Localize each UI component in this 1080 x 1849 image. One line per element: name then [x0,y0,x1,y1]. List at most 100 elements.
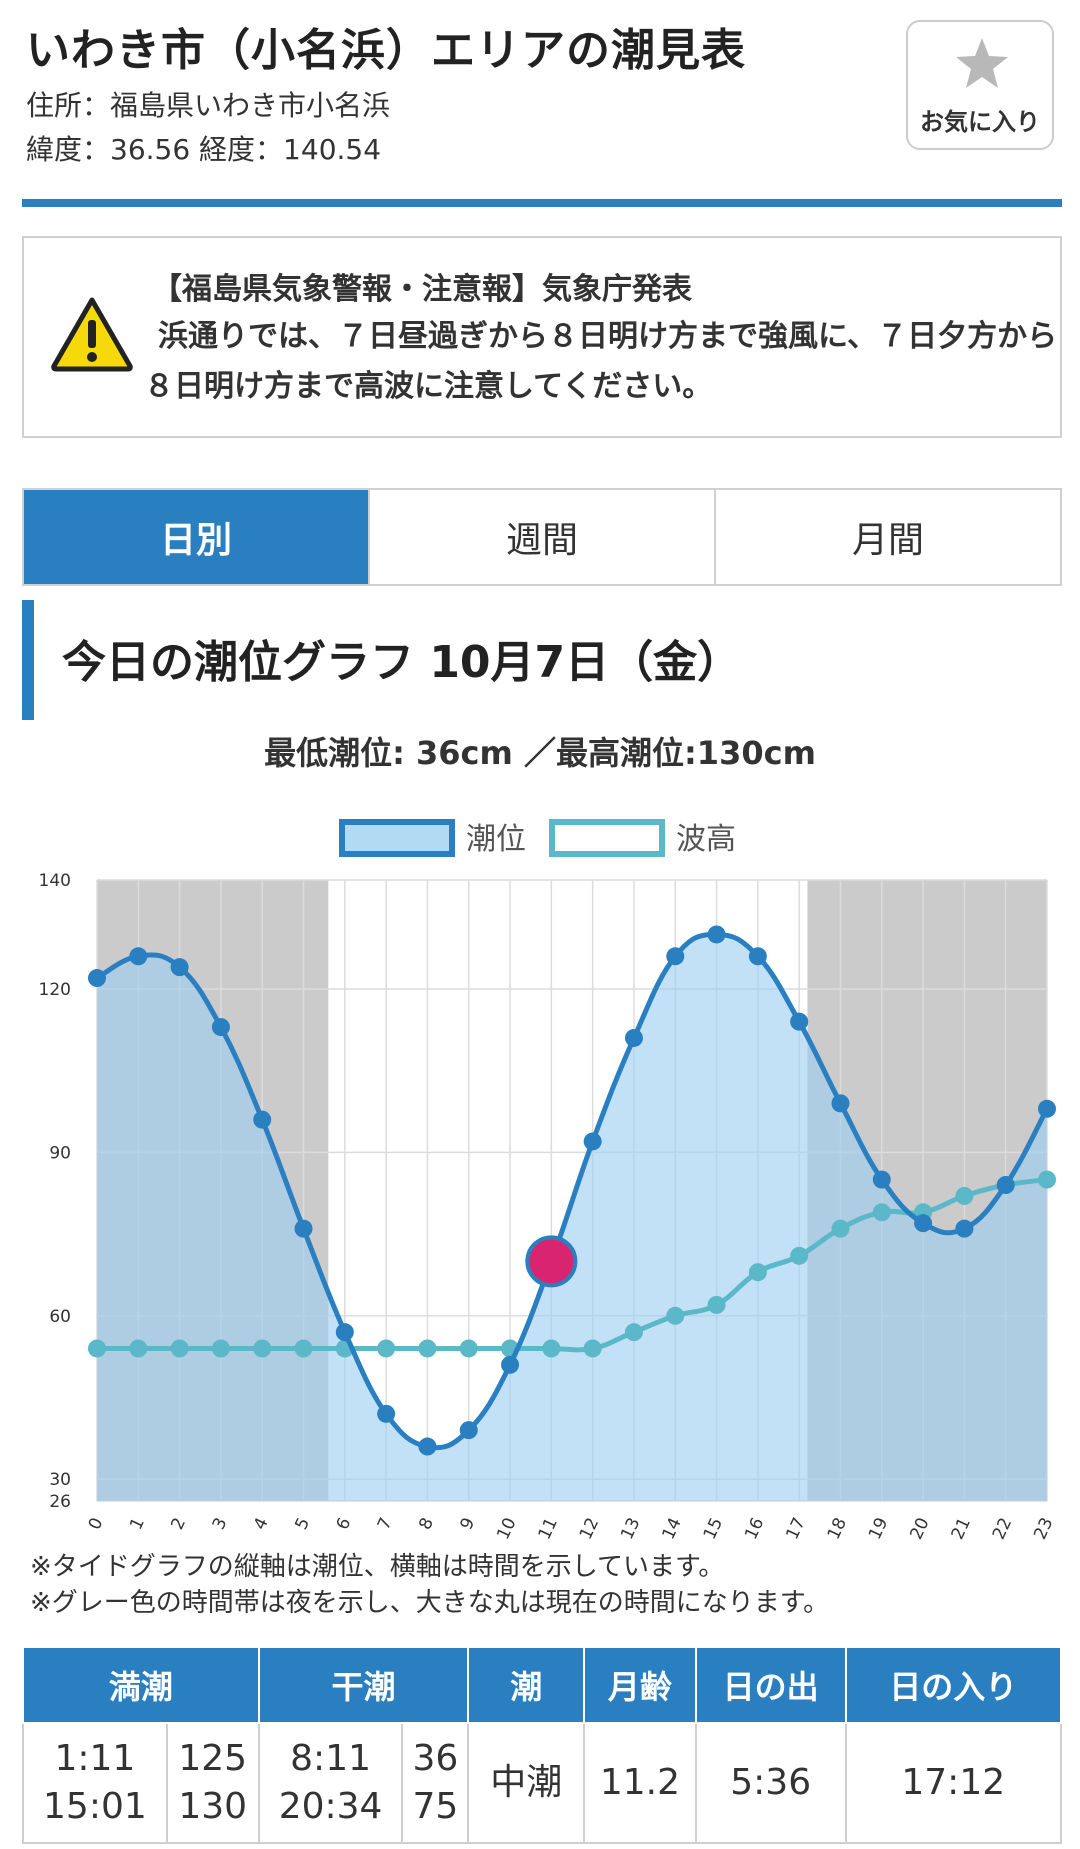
tide-level-point [129,947,148,966]
x-tick-label: 3 [209,1515,232,1533]
chart-note-1: ※タイドグラフの縦軸は潮位、横軸は時間を示しています。 [30,1552,725,1582]
low-tide-level-1: 36 [412,1738,459,1779]
wave-height-point [129,1339,148,1358]
wave-height-point [1038,1170,1056,1189]
x-tick-label: 6 [333,1515,356,1533]
sunrise-cell: 5:36 [694,1722,847,1844]
section-accent-bar [22,600,34,720]
page-title: いわき市（小名浜）エリアの潮見表 [26,25,746,76]
low-tide-level-2: 75 [412,1786,459,1827]
wave-height-point [170,1339,189,1358]
wave-height-point [790,1246,809,1265]
wave-height-point [418,1339,437,1358]
tide-level-point [211,1018,230,1037]
header-tide-type: 潮 [467,1646,585,1724]
wave-height-point [955,1186,974,1205]
tide-level-point [501,1355,520,1374]
legend-swatch-wave [549,819,665,857]
chart-note-2: ※グレー色の時間帯は夜を示し、大きな丸は現在の時間になります。 [30,1588,830,1618]
tide-level-point [790,1012,809,1031]
wave-height-point [872,1203,891,1222]
high-tide-level-1: 125 [178,1738,248,1779]
legend-label-wave: 波高 [676,822,736,857]
high-tide-time-2: 15:01 [43,1786,147,1827]
wave-height-point [294,1339,313,1358]
moon-age-cell: 11.2 [583,1722,697,1844]
tide-level-point [914,1214,933,1233]
tide-type-cell: 中潮 [467,1722,585,1844]
header-high-tide: 満潮 [22,1646,260,1724]
tab-daily[interactable]: 日別 [24,490,370,584]
tab-weekly[interactable]: 週間 [370,490,716,584]
warning-icon [51,297,133,372]
tide-level-point [831,1094,850,1113]
high-tide-time-1: 1:11 [54,1738,136,1779]
x-tick-label: 9 [457,1515,480,1533]
table-row: 1:11 15:01 125 130 8:11 20:34 36 75 中潮 1… [22,1722,1062,1844]
x-tick-label: 17 [782,1515,809,1543]
wave-height-point [666,1306,685,1325]
legend-label-tide: 潮位 [466,822,526,857]
favorite-button[interactable]: お気に入り [906,20,1054,150]
wave-height-point [88,1339,106,1358]
tab-monthly[interactable]: 月間 [716,490,1060,584]
star-icon [956,38,1008,88]
wave-height-point [748,1263,767,1282]
low-tide-times: 8:11 20:34 [257,1722,404,1844]
table-header-row: 満潮 干潮 潮 月齢 日の出 日の入り [22,1646,1062,1724]
x-tick-label: 11 [535,1515,562,1543]
wave-height-point [542,1339,561,1358]
x-tick-label: 16 [741,1515,768,1543]
y-tick-label: 26 [49,1492,71,1512]
x-tick-label: 4 [250,1515,273,1533]
x-tick-label: 10 [493,1515,520,1543]
low-tide-levels: 36 75 [401,1722,470,1844]
x-tick-label: 7 [374,1515,397,1533]
tide-level-point [418,1437,437,1456]
wave-height-point [377,1339,396,1358]
low-tide-time-2: 20:34 [278,1786,383,1827]
weather-alert-box: 【福島県気象警報・注意報】気象庁発表 浜通りでは、７日昼過ぎから８日明け方まで強… [22,236,1062,438]
high-tide-level-2: 130 [178,1786,248,1827]
wave-height-point [253,1339,272,1358]
x-tick-label: 1 [126,1515,149,1533]
y-tick-label: 60 [49,1307,71,1327]
tide-chart: 140120906030260 1 2 3 4 5 6 7 8 9 10 11 12 13 14 15 16 17… [39,819,1058,1543]
high-tide-levels: 125 130 [165,1722,260,1844]
x-tick-label: 22 [989,1515,1016,1543]
legend-swatch-tide [339,819,455,857]
y-tick-label: 30 [49,1470,71,1490]
wave-height-point [831,1219,850,1238]
high-tide-times: 1:11 15:01 [22,1722,168,1844]
x-tick-label: 14 [659,1515,686,1543]
x-tick-label: 21 [948,1515,975,1543]
x-tick-label: 23 [1030,1515,1057,1543]
low-tide-time-1: 8:11 [290,1738,371,1779]
header-low-tide: 干潮 [257,1646,470,1724]
x-tick-label: 15 [700,1515,727,1543]
x-tick-label: 13 [617,1515,644,1543]
period-tabs: 日別 週間 月間 [22,488,1062,586]
tide-level-point [872,1170,891,1189]
header-moon-age: 月齢 [583,1646,697,1724]
wave-height-point [211,1339,230,1358]
current-time-marker [525,1235,578,1288]
address-text: 住所：福島県いわき市小名浜 [26,89,391,122]
tide-level-point [955,1219,974,1238]
tide-level-point [996,1176,1015,1195]
tide-summary-table: 満潮 干潮 潮 月齢 日の出 日の入り 1:11 15:01 125 130 8… [22,1646,1062,1844]
wave-height-point [459,1339,478,1358]
alert-body: 浜通りでは、７日昼過ぎから８日明け方まで強風に、７日夕方から８日明け方まで高波に… [144,319,1058,404]
section-header: 今日の潮位グラフ 10月7日（金） [22,600,1062,720]
tide-level-point [707,925,726,944]
x-tick-label: 8 [415,1515,438,1533]
tide-level-point [459,1421,478,1440]
tide-level-point [170,958,189,977]
y-tick-label: 90 [49,1143,71,1163]
tide-level-point [377,1404,396,1423]
tide-level-point [666,947,685,966]
tide-level-point [294,1219,313,1238]
wave-height-point [707,1295,726,1314]
y-tick-label: 120 [39,980,71,1000]
alert-title: 【福島県気象警報・注意報】気象庁発表 [152,272,692,307]
